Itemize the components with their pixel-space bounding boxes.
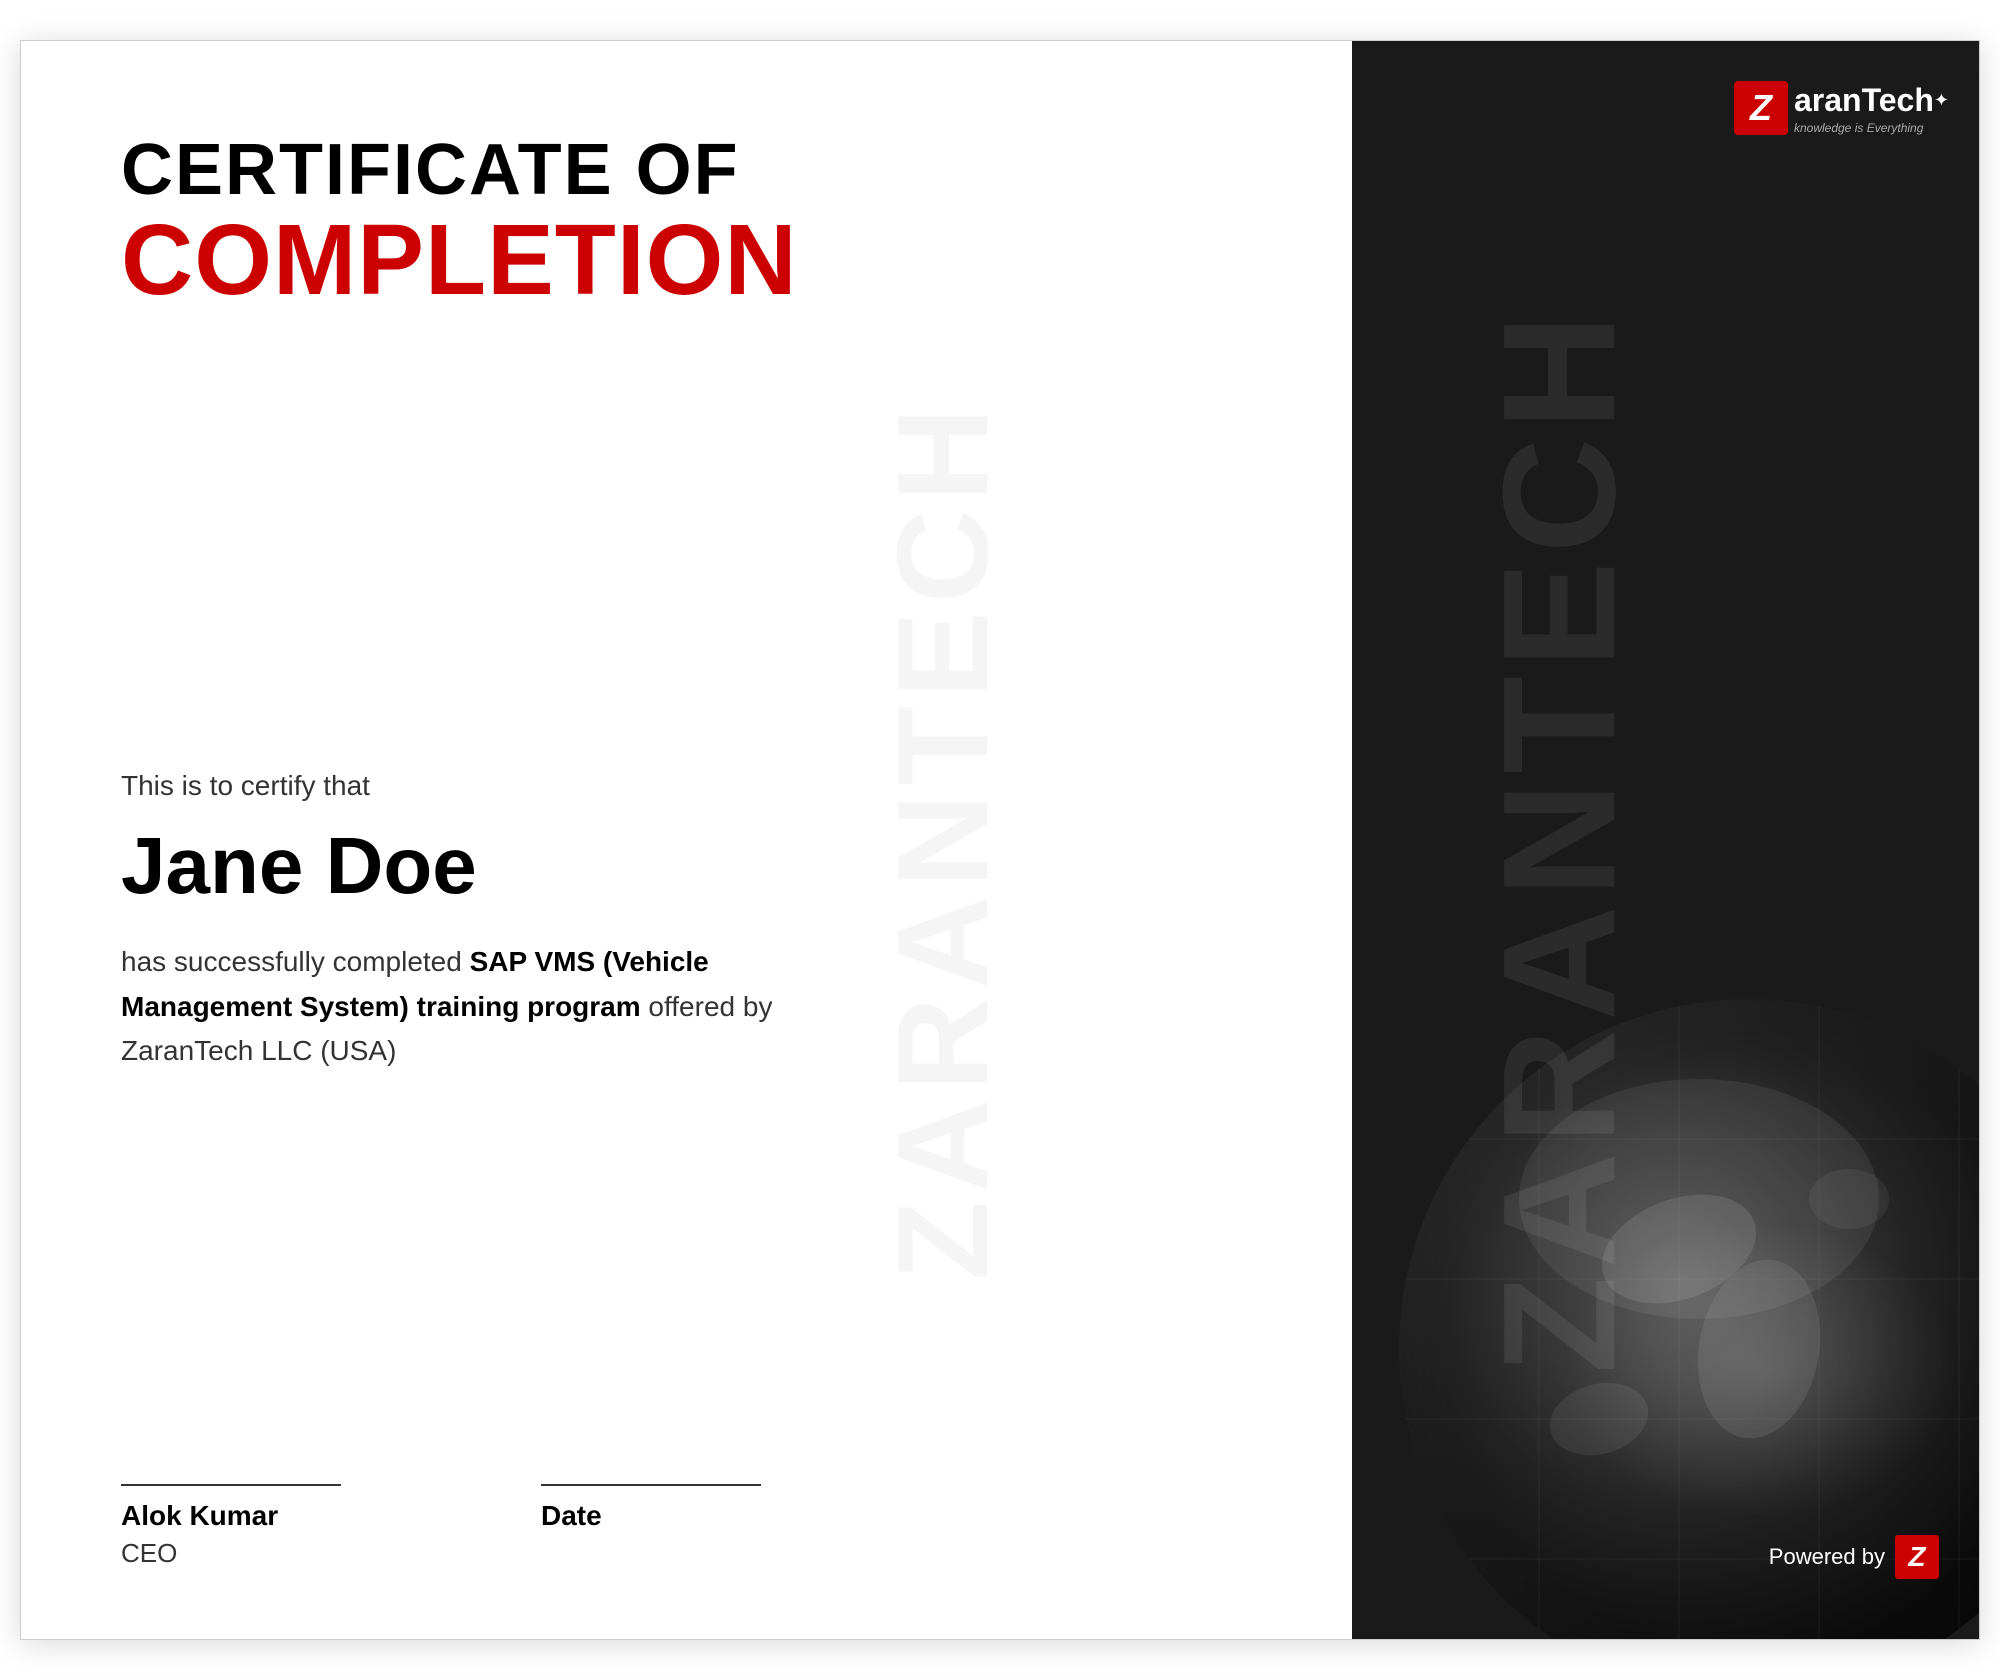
certificate-body: This is to certify that Jane Doe has suc…	[121, 340, 1272, 1444]
powered-z-letter: Z	[1908, 1543, 1925, 1571]
certificate-title-line2: COMPLETION	[121, 210, 1272, 310]
date-block: Date	[541, 1484, 761, 1532]
signature-line	[121, 1484, 341, 1486]
logo-tech: Tech	[1862, 82, 1934, 119]
certificate-container: ZARANTECH CERTIFICATE OF COMPLETION This…	[20, 40, 1980, 1640]
zarantech-logo: Z aranTech✦ knowledge is Everything	[1734, 81, 1949, 135]
signature-block: Alok Kumar CEO	[121, 1484, 341, 1569]
date-label: Date	[541, 1500, 761, 1532]
completion-description: has successfully completed SAP VMS (Vehi…	[121, 940, 801, 1074]
date-line	[541, 1484, 761, 1486]
logo-tagline: knowledge is Everything	[1794, 121, 1949, 135]
certificate-decorative-panel: ZARANTECH Z aranTech✦ knowledge is Every…	[1352, 41, 1979, 1639]
logo-z-letter: Z	[1750, 90, 1772, 126]
certificate-footer: Alok Kumar CEO Date	[121, 1444, 1272, 1569]
logo-container: Z aranTech✦ knowledge is Everything	[1734, 81, 1949, 135]
certificate-content-panel: ZARANTECH CERTIFICATE OF COMPLETION This…	[21, 41, 1352, 1639]
powered-z-box: Z	[1895, 1535, 1939, 1579]
powered-by-section: Powered by Z	[1769, 1535, 1939, 1579]
completion-prefix: has successfully completed	[121, 946, 470, 977]
antenna-icon: ✦	[1934, 90, 1949, 111]
certificate-title-line1: CERTIFICATE OF	[121, 131, 1272, 210]
certify-intro-text: This is to certify that	[121, 770, 1272, 802]
recipient-name: Jane Doe	[121, 822, 1272, 910]
certificate-header: CERTIFICATE OF COMPLETION	[121, 131, 1272, 310]
powered-by-text: Powered by	[1769, 1544, 1885, 1570]
logo-text-part: aranTech✦ knowledge is Everything	[1794, 82, 1949, 135]
logo-z-box: Z	[1734, 81, 1788, 135]
logo-aran: aran	[1794, 82, 1862, 119]
signatory-title: CEO	[121, 1538, 341, 1569]
globe-highlight	[1559, 1219, 1959, 1519]
signatory-name: Alok Kumar	[121, 1500, 341, 1532]
